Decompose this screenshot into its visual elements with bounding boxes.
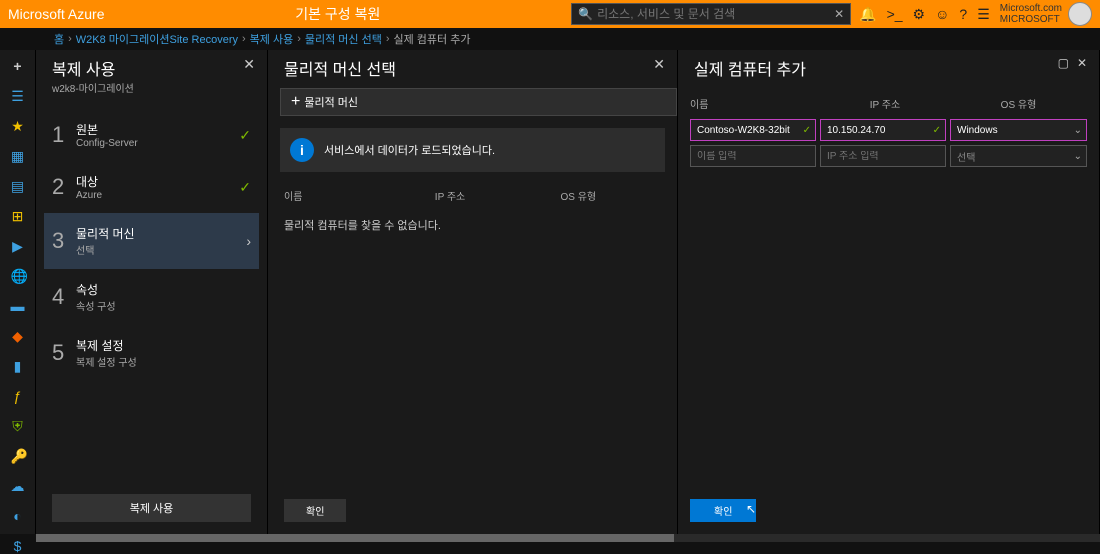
blade1-sub: w2k8-마이그레이션 [52,80,134,95]
rail-resources-icon[interactable]: ▤ [11,178,25,192]
search-box[interactable]: 🔍 ✕ [571,3,851,25]
chevron-right-icon: › [246,233,251,249]
create-resource-icon[interactable]: + [11,58,25,72]
help-icon[interactable]: ? [959,6,967,22]
user-area[interactable]: Microsoft.com MICROSOFT [1000,2,1092,26]
info-box: i 서비스에서 데이터가 로드되었습니다. [280,128,665,172]
avatar[interactable] [1068,2,1092,26]
check-icon: ✓ [239,127,251,144]
brand-label: Microsoft Azure [8,6,104,22]
blade-select-machine: 물리적 머신 선택 ✕ + 물리적 머신 i 서비스에서 데이터가 로드되었습니… [268,50,678,534]
blade3-close-icon[interactable]: ✕ [1077,56,1087,70]
crumb-replicate[interactable]: 복제 사용 [250,31,294,47]
rail-dashboard-icon[interactable]: ▦ [11,148,25,162]
left-rail: + ☰ ★ ▦ ▤ ⊞ ▶ 🌐 ▬ ◆ ▮ ƒ ⛨ 🔑 ☁ ◐ $ [0,50,36,534]
step-physical[interactable]: 3 물리적 머신선택 › [44,213,259,269]
crumb-select[interactable]: 물리적 머신 선택 [305,31,382,47]
rail-monitor-icon[interactable]: ◐ [11,508,25,522]
blade1-close-icon[interactable]: ✕ [243,56,255,73]
clear-search-icon[interactable]: ✕ [834,7,844,21]
step-target[interactable]: 2 대상Azure ✓ [44,161,259,213]
maximize-icon[interactable]: ▢ [1058,56,1069,70]
top-bar: Microsoft Azure 기본 구성 복원 🔍 ✕ 🔔 >_ ⚙ ☺ ? … [0,0,1100,28]
user-org: MICROSOFT [1000,14,1062,25]
feedback-icon[interactable]: ☺ [935,6,949,22]
rail-diamond-icon[interactable]: ◆ [11,328,25,342]
crumb-add: 실제 컴퓨터 추가 [394,31,471,47]
rail-apps-icon[interactable]: ⊞ [11,208,25,222]
blade2-title: 물리적 머신 선택 [284,56,396,80]
os-dropdown-empty[interactable]: 선택⌄ [950,145,1087,167]
form-row-filled: Contoso-W2K8-32bit✓ 10.150.24.70✓ Window… [678,117,1099,143]
breadcrumb: 홈› W2K8 마이그레이션Site Recovery› 복제 사용› 물리적 … [0,28,1100,50]
rail-key-icon[interactable]: 🔑 [11,448,25,462]
ip-field[interactable]: 10.150.24.70✓ [820,119,946,141]
notifications-icon[interactable]: 🔔 [859,6,876,23]
step-source[interactable]: 1 원본Config-Server ✓ [44,109,259,161]
chevron-down-icon: ⌄ [1074,125,1082,136]
rail-favorites-icon[interactable]: ★ [11,118,25,132]
search-input[interactable] [597,7,834,21]
confirm-button[interactable]: 확인 ↖ [690,499,756,522]
rail-func-icon[interactable]: ƒ [11,388,25,402]
directory-icon[interactable]: ☰ [977,6,990,23]
step-properties[interactable]: 4 속성속성 구성 [44,269,259,325]
step-replication-settings[interactable]: 5 복제 설정복제 설정 구성 [44,325,259,381]
plus-icon: + [291,93,300,111]
blade1-title: 복제 사용 [52,56,134,80]
rail-cost-icon[interactable]: $ [11,538,25,552]
enable-replication-button[interactable]: 복제 사용 [52,494,251,522]
blade2-ok-button[interactable]: 확인 [284,499,346,522]
name-input[interactable] [697,151,809,162]
rail-shield-icon[interactable]: ⛨ [11,418,25,432]
rail-compute-icon[interactable]: ▶ [11,238,25,252]
user-name: Microsoft.com [1000,3,1062,14]
check-icon: ✓ [933,125,941,136]
top-toolbar: 🔔 >_ ⚙ ☺ ? ☰ [859,6,990,23]
rail-storage-icon[interactable]: ▬ [11,298,25,312]
rail-list-icon[interactable]: ☰ [11,88,25,102]
info-icon: i [290,138,314,162]
top-center-label[interactable]: 기본 구성 복원 [104,4,571,24]
ip-input[interactable] [827,151,939,162]
form-headers: 이름 IP 주소 OS 유형 [678,84,1099,117]
name-field-empty[interactable] [690,145,816,167]
blade-replicate: 복제 사용 w2k8-마이그레이션 ✕ 1 원본Config-Server ✓ … [36,50,268,534]
cloud-shell-icon[interactable]: >_ [887,6,903,22]
machine-table-header: 이름 IP 주소 OS 유형 [268,172,677,209]
ip-field-empty[interactable] [820,145,946,167]
settings-icon[interactable]: ⚙ [913,6,926,23]
check-icon: ✓ [239,179,251,196]
add-physical-machine-button[interactable]: + 물리적 머신 [280,88,677,116]
blade-add-computer: 실제 컴퓨터 추가 ▢ ✕ 이름 IP 주소 OS 유형 Contoso-W2K… [678,50,1100,534]
crumb-home[interactable]: 홈 [54,31,64,47]
empty-message: 물리적 컴퓨터를 찾을 수 없습니다. [268,209,677,241]
chevron-down-icon: ⌄ [1074,151,1082,162]
horizontal-scrollbar[interactable] [36,534,1100,542]
blade2-close-icon[interactable]: ✕ [653,56,665,73]
crumb-recovery[interactable]: W2K8 마이그레이션Site Recovery [76,31,238,47]
blade3-title: 실제 컴퓨터 추가 [694,56,806,80]
rail-db-icon[interactable]: ▮ [11,358,25,372]
cursor-icon: ↖ [746,502,756,516]
name-field[interactable]: Contoso-W2K8-32bit✓ [690,119,816,141]
info-message: 서비스에서 데이터가 로드되었습니다. [324,142,495,158]
rail-cloud-icon[interactable]: ☁ [11,478,25,492]
check-icon: ✓ [803,125,811,136]
scrollbar-thumb[interactable] [36,534,674,542]
form-row-empty: 선택⌄ [678,143,1099,169]
search-icon: 🔍 [578,7,593,21]
rail-globe-icon[interactable]: 🌐 [11,268,25,282]
os-dropdown[interactable]: Windows⌄ [950,119,1087,141]
